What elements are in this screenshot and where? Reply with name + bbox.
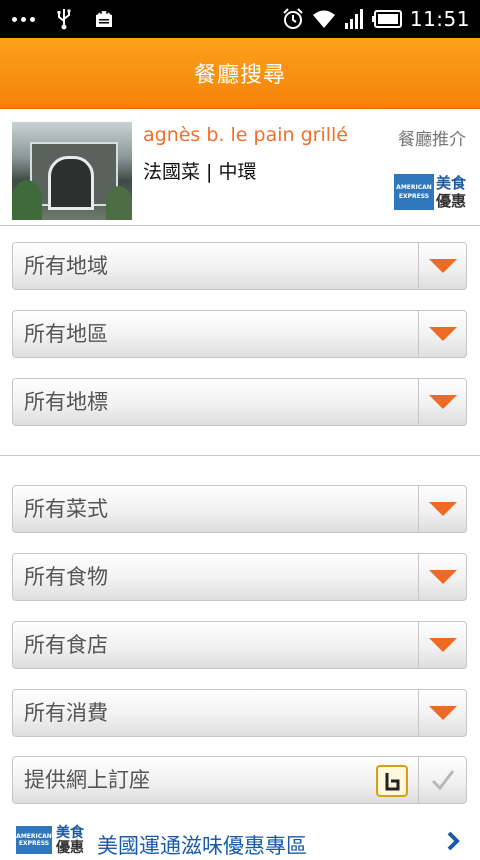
food-select[interactable]: 所有食物 <box>12 553 467 601</box>
online-booking-label: 提供網上訂座 <box>24 768 150 792</box>
price-select[interactable]: 所有消費 <box>12 689 467 737</box>
dropdown-arrow-icon[interactable] <box>418 554 466 600</box>
signal-icon <box>344 9 363 29</box>
price-select-label: 所有消費 <box>24 701 108 725</box>
app-header: 餐廳搜尋 <box>0 38 480 109</box>
wifi-icon <box>312 10 335 28</box>
dropdown-arrow-icon[interactable] <box>418 690 466 736</box>
online-booking-checkbox[interactable] <box>418 757 466 803</box>
amex-badge-line2: 優惠 <box>436 192 467 210</box>
cuisine-select-label: 所有菜式 <box>24 497 108 521</box>
amex-dining-offer-badge: AMERICAN EXPRESS 美食 優惠 <box>394 174 466 210</box>
region-select-label: 所有地域 <box>24 254 108 278</box>
featured-restaurant-name[interactable]: agnès b. le pain grillé <box>143 124 348 146</box>
clock: 11:51 <box>409 7 470 31</box>
dropdown-arrow-icon[interactable] <box>418 622 466 668</box>
dropdown-arrow-icon[interactable] <box>418 311 466 357</box>
alarm-icon <box>283 8 303 29</box>
featured-restaurant-category: 法國菜 | 中環 <box>143 161 257 183</box>
status-bar: 11:51 <box>0 0 480 38</box>
landmark-select-label: 所有地標 <box>24 390 108 414</box>
amex-banner-link[interactable]: 美國運通滋味優惠專區 <box>97 830 307 860</box>
chevron-right-icon[interactable] <box>446 830 460 852</box>
divider <box>0 455 480 456</box>
amex-logo: AMERICAN EXPRESS <box>394 174 434 210</box>
usb-icon <box>57 9 71 30</box>
dropdown-arrow-icon[interactable] <box>418 243 466 289</box>
amex-banner-badge: 美食 優惠 <box>56 825 84 856</box>
online-booking-toggle[interactable]: 提供網上訂座 <box>12 756 467 804</box>
checkmark-icon <box>431 770 454 791</box>
divider <box>0 225 480 226</box>
recommend-label: 餐廳推介 <box>398 130 466 150</box>
dropdown-arrow-icon[interactable] <box>418 379 466 425</box>
food-select-label: 所有食物 <box>24 565 108 589</box>
table-booking-icon <box>376 765 408 797</box>
amex-offers-banner[interactable]: AMERICAN EXPRESS 美食 優惠 美國運通滋味優惠專區 <box>0 818 480 858</box>
region-select[interactable]: 所有地域 <box>12 242 467 290</box>
battery-icon <box>371 10 402 28</box>
landmark-select[interactable]: 所有地標 <box>12 378 467 426</box>
shop-type-select-label: 所有食店 <box>24 633 108 657</box>
cuisine-select[interactable]: 所有菜式 <box>12 485 467 533</box>
more-notifications-icon <box>12 16 35 22</box>
android-debug-icon <box>96 11 112 27</box>
page-title: 餐廳搜尋 <box>193 63 286 88</box>
amex-logo: AMERICAN EXPRESS <box>16 826 52 854</box>
shop-type-select[interactable]: 所有食店 <box>12 621 467 669</box>
amex-badge-line1: 美食 <box>436 174 467 192</box>
dropdown-arrow-icon[interactable] <box>418 486 466 532</box>
restaurant-thumbnail[interactable] <box>12 122 132 220</box>
district-select[interactable]: 所有地區 <box>12 310 467 358</box>
district-select-label: 所有地區 <box>24 322 108 346</box>
